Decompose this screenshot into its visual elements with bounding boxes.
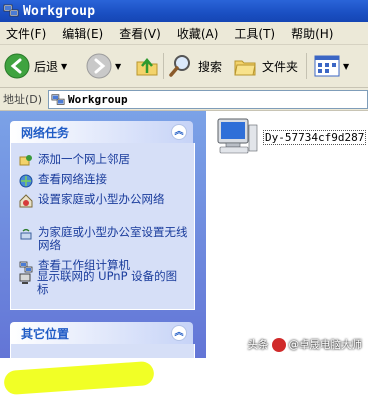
forward-arrow-icon: [86, 53, 112, 79]
title-bar: Workgroup: [0, 0, 368, 22]
content-area: Dy-57734cf9d287 头条 @卓晟电脑大师: [206, 111, 368, 358]
menu-help[interactable]: 帮助(H): [291, 25, 333, 42]
computer-name-label[interactable]: Dy-57734cf9d287: [263, 130, 367, 145]
menu-tools[interactable]: 工具(T): [234, 25, 275, 42]
network-tasks-title: 网络任务: [21, 125, 70, 140]
watermark-logo-icon: [271, 337, 286, 352]
folders-button[interactable]: 文件夹: [232, 51, 298, 81]
window-title: Workgroup: [23, 3, 96, 19]
menu-view[interactable]: 查看(V): [119, 25, 161, 42]
computer-icon: [217, 118, 258, 154]
watermark-text: @卓晟电脑大师: [288, 339, 363, 351]
other-places-panel: [10, 344, 195, 359]
network-connections-icon: [19, 174, 33, 188]
network-computer[interactable]: [216, 115, 258, 155]
views-dropdown-icon[interactable]: ▼: [343, 62, 349, 71]
task-add-network-place[interactable]: 添加一个网上邻居: [19, 153, 188, 168]
up-folder-icon: [136, 58, 158, 76]
back-dropdown-icon[interactable]: ▼: [61, 62, 67, 71]
back-arrow-icon: [4, 53, 30, 79]
task-label: 设置家庭或小型办公网络: [38, 192, 165, 206]
up-folder-button[interactable]: [134, 51, 160, 81]
menu-favorites[interactable]: 收藏(A): [177, 25, 219, 42]
folders-label: 文件夹: [262, 59, 299, 74]
upnp-devices-icon: [19, 273, 31, 284]
watermark: 头条 @卓晟电脑大师: [247, 337, 363, 352]
task-show-upnp-devices[interactable]: 显示联网的 UPnP 设备的图标: [18, 270, 187, 296]
task-label: 显示联网的 UPnP 设备的图标: [37, 269, 178, 296]
back-label: 后退: [34, 59, 59, 74]
toolbar-separator: [163, 53, 164, 79]
other-places-header[interactable]: 其它位置 ︽: [10, 322, 193, 344]
search-button[interactable]: 搜索: [168, 51, 222, 81]
folders-icon: [234, 60, 256, 76]
collapse-chevron-icon[interactable]: ︽: [171, 124, 187, 140]
address-value: Workgroup: [68, 93, 128, 106]
other-places-title: 其它位置: [21, 326, 70, 341]
search-label: 搜索: [198, 59, 223, 74]
wireless-network-icon: [20, 228, 32, 240]
views-button[interactable]: ▼: [314, 51, 349, 81]
menu-file[interactable]: 文件(F): [6, 25, 46, 42]
search-icon: [169, 55, 190, 77]
toolbar: 后退 ▼ ▼ 搜索 文件夹 ▼: [0, 45, 368, 88]
watermark-prefix: 头条: [247, 339, 269, 351]
network-tasks-header[interactable]: 网络任务 ︽: [10, 121, 193, 143]
task-setup-home-network[interactable]: 设置家庭或小型办公网络: [19, 193, 188, 208]
forward-dropdown-icon[interactable]: ▼: [115, 62, 121, 71]
address-label: 地址(D): [3, 93, 43, 106]
home-network-icon: [19, 194, 33, 208]
add-network-place-icon: [19, 155, 32, 166]
task-pane: 网络任务 ︽ 添加一个网上邻居 查看网络连接 设置家庭或小型办公网络 为家庭或小…: [0, 111, 206, 395]
menu-bar: 文件(F) 编辑(E) 查看(V) 收藏(A) 工具(T) 帮助(H): [0, 22, 368, 45]
task-view-network-connections[interactable]: 查看网络连接: [19, 173, 188, 188]
workgroup-icon: [51, 93, 65, 105]
task-label: 查看网络连接: [38, 172, 107, 186]
menu-edit[interactable]: 编辑(E): [62, 25, 103, 42]
toolbar-separator: [306, 53, 307, 79]
address-bar: 地址(D) Workgroup: [0, 88, 368, 111]
views-icon: [314, 55, 340, 77]
collapse-chevron-icon[interactable]: ︽: [171, 325, 187, 341]
yellow-highlight-mark: [3, 360, 155, 395]
workgroup-icon: [3, 4, 19, 17]
back-button[interactable]: 后退 ▼: [4, 51, 67, 81]
forward-button[interactable]: ▼: [86, 51, 121, 81]
task-setup-wireless-network[interactable]: 为家庭或小型办公室设置无线网络: [19, 226, 188, 252]
task-label: 添加一个网上邻居: [38, 152, 130, 166]
address-input[interactable]: Workgroup: [48, 90, 368, 109]
task-label: 为家庭或小型办公室设置无线网络: [38, 225, 188, 252]
